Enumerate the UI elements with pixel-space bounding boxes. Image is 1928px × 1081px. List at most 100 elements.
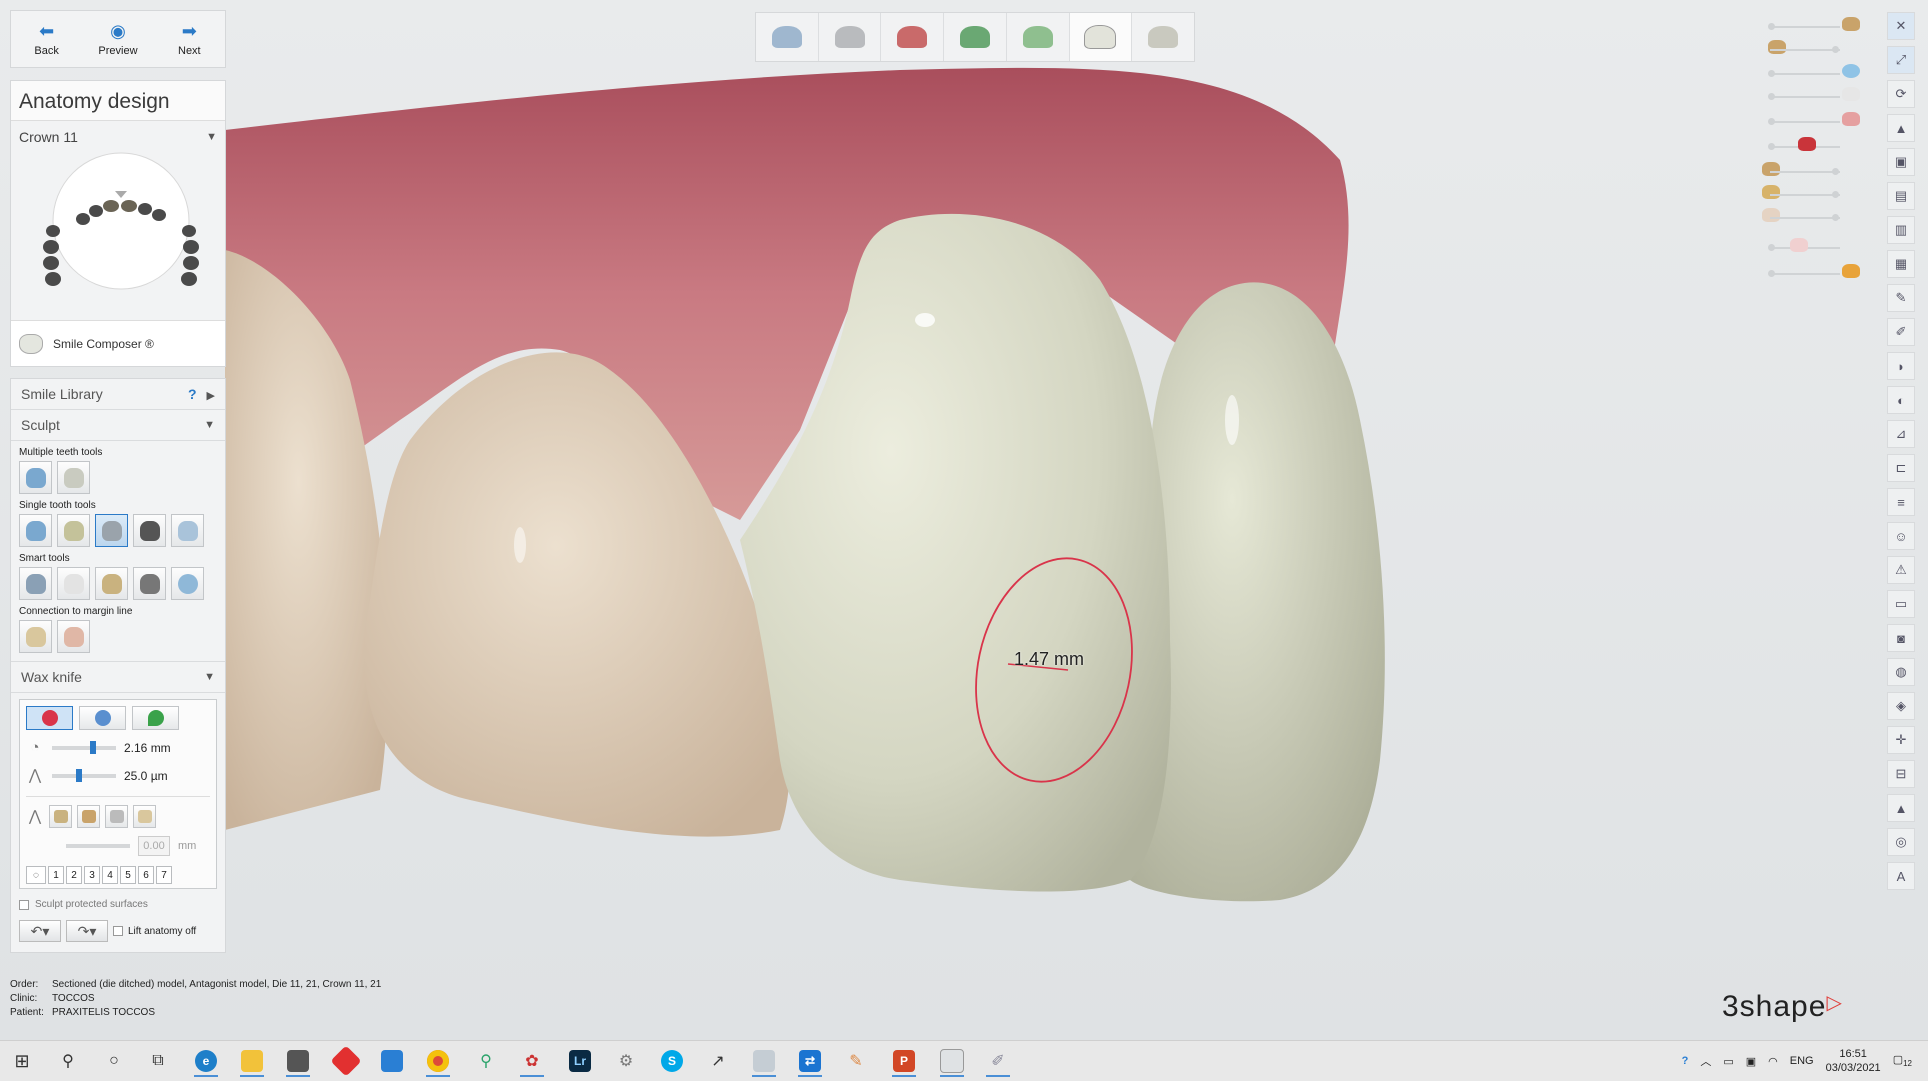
back-button[interactable]: ⬅ Back: [11, 11, 82, 67]
vis-slider-8[interactable]: [1760, 185, 1860, 202]
vis-slider-3[interactable]: [1760, 64, 1860, 81]
task-view-button[interactable]: ⧉: [140, 1045, 176, 1077]
edit-icon[interactable]: ✐: [1887, 318, 1915, 346]
preset-4[interactable]: 4: [102, 866, 118, 884]
shield-icon[interactable]: ◈: [1887, 692, 1915, 720]
offset-value[interactable]: 0.00: [138, 836, 170, 856]
smart-tool-5[interactable]: [171, 567, 204, 600]
share-icon[interactable]: ◍: [1887, 658, 1915, 686]
single-move-tool[interactable]: [19, 514, 52, 547]
preset-6[interactable]: 6: [138, 866, 154, 884]
vis-slider-9[interactable]: [1760, 208, 1860, 225]
smooth-tool[interactable]: [171, 514, 204, 547]
notification-icon[interactable]: ▢12: [1893, 1053, 1912, 1068]
taskbar-snip[interactable]: ↗: [700, 1045, 736, 1077]
view-top-icon[interactable]: ▥: [1887, 216, 1915, 244]
start-button[interactable]: ⊞: [4, 1045, 40, 1077]
taskbar-3shape-a[interactable]: [934, 1045, 970, 1077]
tooth-chart[interactable]: [41, 151, 211, 291]
sculpt-protected-checkbox[interactable]: [19, 899, 29, 910]
help-icon[interactable]: ?: [188, 386, 197, 402]
pencil-icon[interactable]: ✎: [1887, 284, 1915, 312]
margin-connect-tool-2[interactable]: [57, 620, 90, 653]
ruler-icon[interactable]: ⊟: [1887, 760, 1915, 788]
preset-3[interactable]: 3: [84, 866, 100, 884]
language-indicator[interactable]: ENG: [1790, 1055, 1814, 1067]
vis-slider-10[interactable]: [1760, 238, 1860, 255]
smart-tool-4[interactable]: [133, 567, 166, 600]
rotate-icon[interactable]: ⟳: [1887, 80, 1915, 108]
step-cement[interactable]: [1007, 13, 1070, 61]
taskbar-teamviewer[interactable]: ⇄: [792, 1045, 828, 1077]
screen-icon[interactable]: ▭: [1887, 590, 1915, 618]
taskbar-file-explorer[interactable]: [234, 1045, 270, 1077]
margin-connect-tool-1[interactable]: [19, 620, 52, 653]
wax-knife-header[interactable]: Wax knife ▼: [11, 661, 225, 693]
text-icon[interactable]: A: [1887, 862, 1915, 890]
taskbar-camera[interactable]: [280, 1045, 316, 1077]
sculpt-protected-row[interactable]: Sculpt protected surfaces: [19, 899, 217, 910]
step-die[interactable]: [881, 13, 945, 61]
morph-tool[interactable]: [133, 514, 166, 547]
vis-slider-11[interactable]: [1760, 264, 1860, 281]
section-icon[interactable]: ⊏: [1887, 454, 1915, 482]
chevron-up-icon[interactable]: ︿: [1700, 1053, 1711, 1069]
taskbar-powerpoint[interactable]: P: [886, 1045, 922, 1077]
face-icon[interactable]: ☺: [1887, 522, 1915, 550]
vis-slider-1[interactable]: [1760, 17, 1860, 34]
preview-button[interactable]: ◉ Preview: [82, 11, 153, 67]
shape-option-4[interactable]: [133, 805, 156, 828]
vis-slider-7[interactable]: [1760, 162, 1860, 179]
size-slider-thumb[interactable]: [90, 741, 96, 754]
next-button[interactable]: ➡ Next: [154, 11, 225, 67]
offset-slider[interactable]: [66, 844, 130, 848]
multi-teeth-move-tool[interactable]: [19, 461, 52, 494]
camera-icon[interactable]: ◙: [1887, 624, 1915, 652]
strength-slider-thumb[interactable]: [76, 769, 82, 782]
view-bottom-icon[interactable]: ▦: [1887, 250, 1915, 278]
shape-option-3[interactable]: [105, 805, 128, 828]
display-icon[interactable]: ▣: [1746, 1055, 1756, 1068]
color-wheel-icon[interactable]: ◎: [1887, 828, 1915, 856]
shape-option-1[interactable]: [49, 805, 72, 828]
search-button[interactable]: ⚲: [50, 1045, 86, 1077]
preset-icon[interactable]: ◌: [26, 866, 46, 884]
redo-button[interactable]: ↷▾: [66, 920, 108, 942]
vis-slider-6[interactable]: [1760, 137, 1860, 154]
add-material-button[interactable]: [26, 706, 73, 730]
network-icon[interactable]: ▭: [1723, 1055, 1733, 1068]
smart-tool-1[interactable]: [19, 567, 52, 600]
taskbar-paint[interactable]: ✎: [838, 1045, 874, 1077]
measure-icon[interactable]: ⊿: [1887, 420, 1915, 448]
undo-button[interactable]: ↶▾: [19, 920, 61, 942]
smile-library-header[interactable]: Smile Library ? ▶: [11, 379, 225, 410]
crown-selector[interactable]: Crown 11 ▼: [11, 121, 225, 145]
taskbar-doc-app[interactable]: [374, 1045, 410, 1077]
crosshair-icon[interactable]: ✛: [1887, 726, 1915, 754]
warning-icon[interactable]: ⚠: [1887, 556, 1915, 584]
smooth-material-button[interactable]: [132, 706, 179, 730]
taskbar-chrome[interactable]: [420, 1045, 456, 1077]
step-trim[interactable]: [819, 13, 882, 61]
shape-option-2[interactable]: [77, 805, 100, 828]
taskbar-dental-scan[interactable]: [746, 1045, 782, 1077]
taskbar-3shape-b[interactable]: ✐: [980, 1045, 1016, 1077]
taskbar-skype[interactable]: S: [654, 1045, 690, 1077]
vis-slider-2[interactable]: [1760, 40, 1860, 57]
strength-slider[interactable]: [52, 769, 116, 782]
single-scale-tool[interactable]: [57, 514, 90, 547]
layers-icon[interactable]: ≡: [1887, 488, 1915, 516]
taskbar-settings[interactable]: ⚙: [608, 1045, 644, 1077]
wax-knife-tool[interactable]: [95, 514, 128, 547]
smart-tool-2[interactable]: [57, 567, 90, 600]
step-anatomy[interactable]: [1069, 13, 1133, 61]
lift-anatomy-checkbox[interactable]: [113, 926, 123, 936]
preset-1[interactable]: 1: [48, 866, 64, 884]
3d-viewport[interactable]: 1.47 mm: [0, 0, 1928, 1040]
smart-tool-3[interactable]: [95, 567, 128, 600]
clock[interactable]: 16:51 03/03/2021: [1826, 1047, 1881, 1075]
sculpt-header[interactable]: Sculpt ▼: [11, 410, 225, 441]
dental-3d-scene[interactable]: [0, 0, 1928, 1040]
step-insertion[interactable]: [944, 13, 1007, 61]
occlusion-icon[interactable]: ◐: [1887, 386, 1915, 414]
